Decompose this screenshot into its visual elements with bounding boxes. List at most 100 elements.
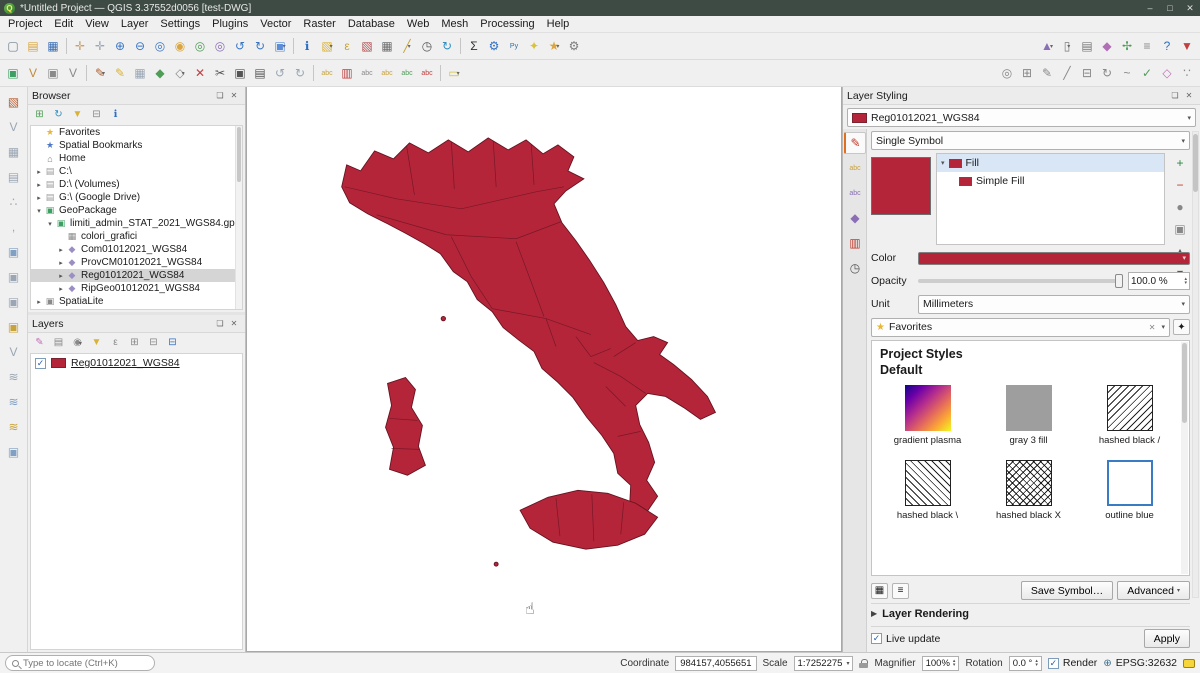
- symbol-tree-simple-fill-row[interactable]: Simple Fill: [937, 172, 1164, 190]
- rotate-feature-icon[interactable]: ↻: [1097, 63, 1117, 83]
- change-label-icon[interactable]: abc: [417, 63, 437, 83]
- filter-by-expression-icon[interactable]: ε: [107, 335, 124, 352]
- style-card-outline-blue[interactable]: outline blue: [1082, 460, 1177, 521]
- labels-tab-icon[interactable]: abc: [844, 157, 866, 179]
- save-project-icon[interactable]: ▦: [43, 36, 63, 56]
- zoom-to-selection-icon[interactable]: ◎: [190, 36, 210, 56]
- add-wms-layer-icon[interactable]: ≋: [4, 367, 24, 387]
- expander-icon[interactable]: ▸: [56, 246, 66, 254]
- menu-settings[interactable]: Settings: [154, 17, 206, 31]
- redo-icon[interactable]: ↻: [290, 63, 310, 83]
- expander-icon[interactable]: ▸: [56, 259, 66, 267]
- vertex-tool-icon[interactable]: ◇▾: [170, 63, 190, 83]
- data-source-manager-icon[interactable]: ▧: [4, 92, 24, 112]
- layout-manager-icon[interactable]: ▤: [1077, 36, 1097, 56]
- browser-item-spatial-bookmarks[interactable]: ★Spatial Bookmarks: [31, 139, 242, 152]
- check-geometry-icon[interactable]: ✓: [1137, 63, 1157, 83]
- layer-diagram-icon[interactable]: ▥: [337, 63, 357, 83]
- locate-search[interactable]: [5, 655, 155, 671]
- duplicate-symbol-layer-icon[interactable]: ▣: [1170, 219, 1190, 239]
- print-layout-icon[interactable]: ▯▾: [1057, 36, 1077, 56]
- add-virtual-layer-icon[interactable]: V: [4, 342, 24, 362]
- styling-layer-selector[interactable]: Reg01012021_WGS84 ▾: [847, 108, 1196, 127]
- browser-item-postgresql[interactable]: ▸▣PostgreSQL: [31, 308, 242, 310]
- pan-to-selection-icon[interactable]: ✛: [90, 36, 110, 56]
- current-edits-icon[interactable]: ✎▾: [90, 63, 110, 83]
- pin-labels-icon[interactable]: abc: [357, 63, 377, 83]
- add-point-cloud-layer-icon[interactable]: ∴: [4, 192, 24, 212]
- add-oracle-layer-icon[interactable]: ▣: [4, 317, 24, 337]
- add-raster-layer-icon[interactable]: ▦: [4, 142, 24, 162]
- coordinate-input[interactable]: 984157,4055651: [675, 656, 756, 671]
- symbol-tree-fill-row[interactable]: ▾ Fill: [937, 154, 1164, 172]
- float-panel-icon[interactable]: ❏: [213, 317, 227, 330]
- browser-item-limiti-admin-stat-2021-wgs84-gpkg[interactable]: ▾▣limiti_admin_STAT_2021_WGS84.gpkg: [31, 217, 242, 230]
- close-button[interactable]: ✕: [1180, 0, 1200, 16]
- advanced-button[interactable]: Advanced ▾: [1117, 581, 1190, 600]
- browser-item-d-volumes[interactable]: ▸▤D:\ (Volumes): [31, 178, 242, 191]
- messages-icon[interactable]: [1183, 659, 1195, 668]
- zoom-native-icon[interactable]: ◎: [150, 36, 170, 56]
- spin-arrows-icon[interactable]: ▴▾: [1184, 277, 1187, 285]
- add-wfs-layer-icon[interactable]: ≋: [4, 417, 24, 437]
- expander-icon[interactable]: ▾: [45, 220, 55, 228]
- move-label-icon[interactable]: abc: [397, 63, 417, 83]
- live-update-checkbox[interactable]: ✓ Live update: [871, 633, 940, 645]
- zoom-in-icon[interactable]: ⊕: [110, 36, 130, 56]
- new-virtual-layer-icon[interactable]: V: [63, 63, 83, 83]
- expander-icon[interactable]: ▸: [34, 168, 44, 176]
- open-project-icon[interactable]: ▤: [23, 36, 43, 56]
- opacity-spinbox[interactable]: 100.0 % ▴▾: [1128, 272, 1190, 290]
- processing-toolbox-icon[interactable]: ⚙: [484, 36, 504, 56]
- filter-legend-icon[interactable]: ▼: [88, 335, 105, 352]
- deselect-features-icon[interactable]: ▧: [357, 36, 377, 56]
- 3d-view-tab-icon[interactable]: ◆: [844, 207, 866, 229]
- spin-arrows-icon[interactable]: ▴▾: [953, 659, 956, 667]
- menu-mesh[interactable]: Mesh: [435, 17, 474, 31]
- select-by-expression-icon[interactable]: ε: [337, 36, 357, 56]
- pan-map-icon[interactable]: ✛: [70, 36, 90, 56]
- apply-button[interactable]: Apply: [1144, 629, 1190, 648]
- menu-plugins[interactable]: Plugins: [206, 17, 254, 31]
- browser-item-colori-grafici[interactable]: ▦colori_grafici: [31, 230, 242, 243]
- browser-item-home[interactable]: ⌂Home: [31, 152, 242, 165]
- add-spatialite-layer-icon[interactable]: ▣: [4, 267, 24, 287]
- render-checkbox[interactable]: ✓ Render: [1048, 657, 1097, 669]
- add-delimited-text-layer-icon[interactable]: ,: [4, 217, 24, 237]
- new-3d-map-icon[interactable]: ▲▾: [1037, 36, 1057, 56]
- manage-map-themes-icon[interactable]: ◉▾: [69, 335, 86, 352]
- add-wcs-layer-icon[interactable]: ≋: [4, 392, 24, 412]
- spin-arrows-icon[interactable]: ▴▾: [1035, 659, 1038, 667]
- style-card-gradient-plasma[interactable]: gradient plasma: [880, 385, 975, 446]
- refresh-browser-icon[interactable]: ↻: [50, 107, 67, 124]
- add-mssql-layer-icon[interactable]: ▣: [4, 292, 24, 312]
- symbol-type-select[interactable]: Single Symbol ▾: [871, 131, 1190, 150]
- temporal-controller-icon[interactable]: ◷: [417, 36, 437, 56]
- style-filter-select[interactable]: ★ Favorites ✕ ▾: [871, 318, 1170, 337]
- locate-input[interactable]: [23, 658, 148, 669]
- layer-rendering-section[interactable]: ▶ Layer Rendering: [871, 603, 1190, 623]
- menu-web[interactable]: Web: [401, 17, 435, 31]
- copy-features-icon[interactable]: ▣: [230, 63, 250, 83]
- lock-symbol-layer-icon[interactable]: ●: [1170, 197, 1190, 217]
- undo-icon[interactable]: ↺: [270, 63, 290, 83]
- style-card-hashed-black-x[interactable]: hashed black X: [981, 460, 1076, 521]
- add-group-icon[interactable]: ▤: [50, 335, 67, 352]
- georeferencer-icon[interactable]: ✢: [1117, 36, 1137, 56]
- collapse-all-layers-icon[interactable]: ⊟: [145, 335, 162, 352]
- remove-layer-icon[interactable]: ⊟: [164, 335, 181, 352]
- open-layer-styling-panel-icon[interactable]: ✎: [31, 335, 48, 352]
- simplify-feature-icon[interactable]: ~: [1117, 63, 1137, 83]
- highlight-pinned-labels-icon[interactable]: abc: [377, 63, 397, 83]
- measure-icon[interactable]: ╱▾: [397, 36, 417, 56]
- close-panel-icon[interactable]: ✕: [227, 89, 241, 102]
- clear-filter-icon[interactable]: ✕: [1149, 323, 1156, 332]
- diagrams-tab-icon[interactable]: ▥: [844, 232, 866, 254]
- map-tips-icon[interactable]: ✦: [524, 36, 544, 56]
- select-features-icon[interactable]: ▧▾: [317, 36, 337, 56]
- add-polygon-feature-icon[interactable]: ◆: [150, 63, 170, 83]
- close-panel-icon[interactable]: ✕: [227, 317, 241, 330]
- add-arcgis-layer-icon[interactable]: ▣: [4, 442, 24, 462]
- layer-labeling-icon[interactable]: abc: [317, 63, 337, 83]
- trace-icon[interactable]: ∵: [1177, 63, 1197, 83]
